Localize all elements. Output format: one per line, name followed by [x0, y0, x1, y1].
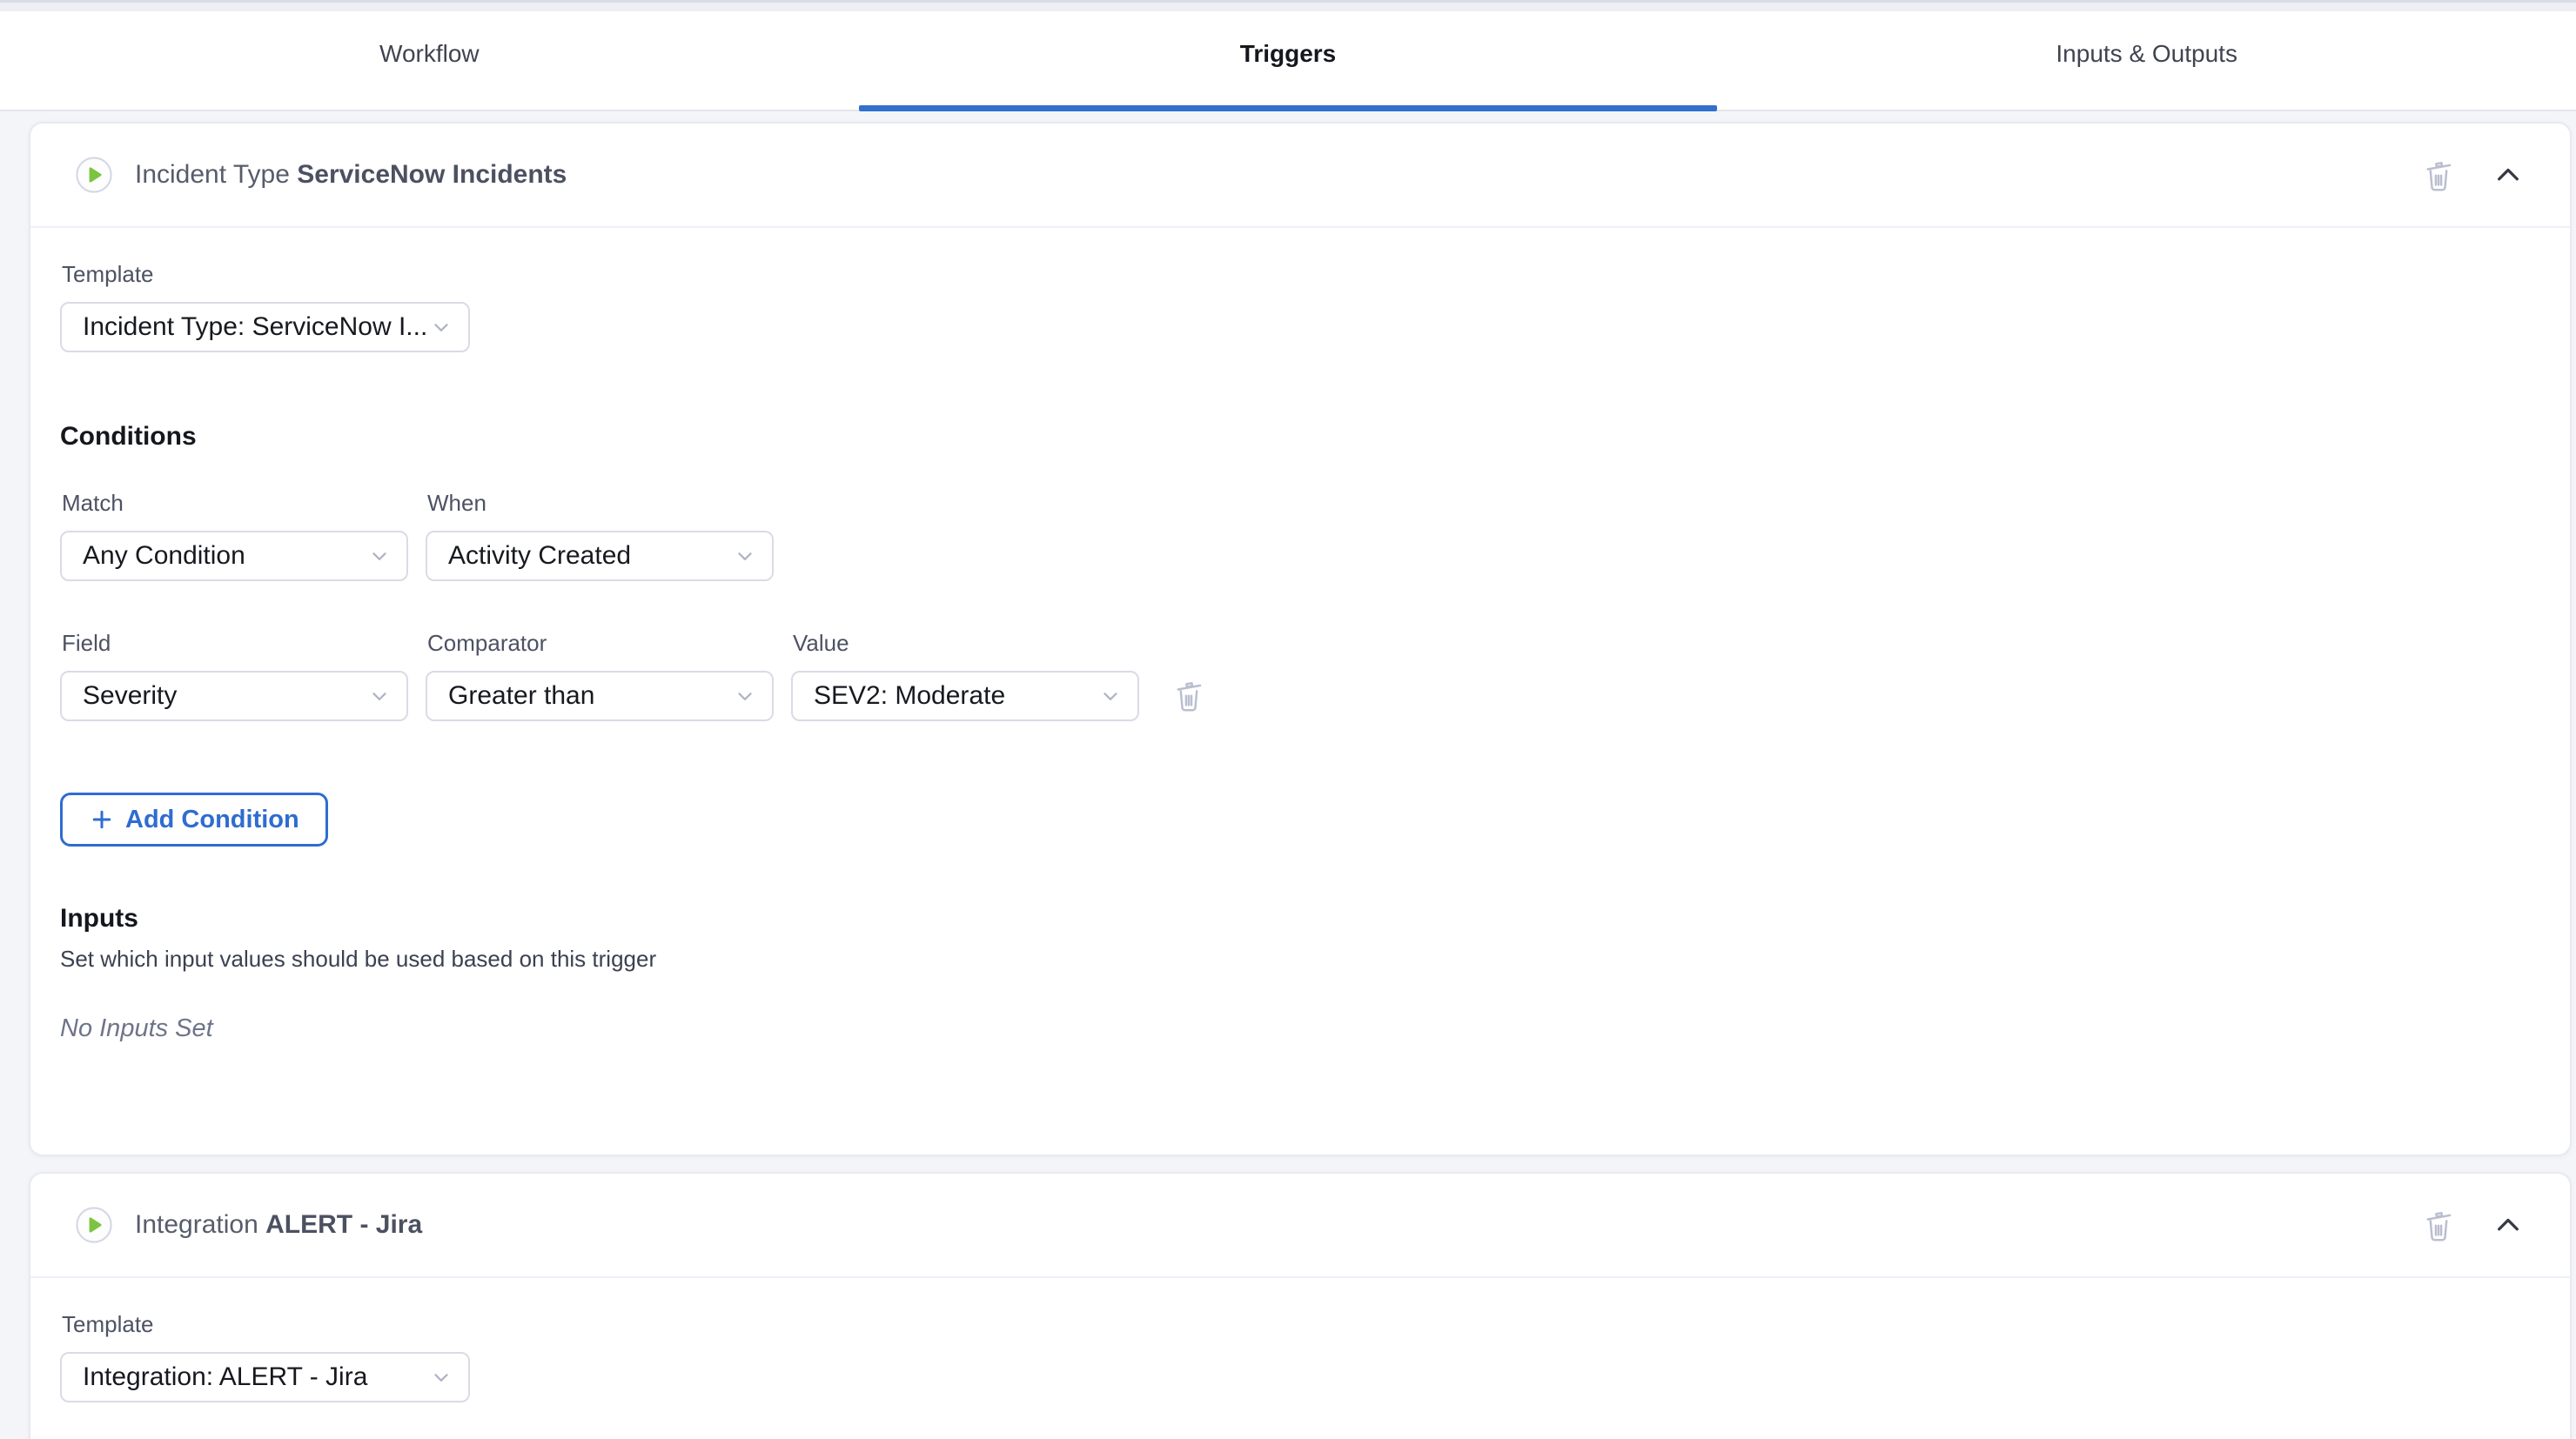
chevron-down-icon: [368, 545, 391, 567]
chevron-down-icon: [430, 1366, 453, 1389]
condition-comparator: Comparator Greater than: [426, 630, 774, 721]
value-select-value: SEV2: Moderate: [814, 681, 1005, 711]
tab-workflow[interactable]: Workflow: [0, 11, 859, 110]
trash-icon: [2418, 155, 2459, 195]
condition-value: Value SEV2: Moderate: [791, 630, 1139, 721]
trash-icon: [1169, 675, 1209, 715]
trigger-enabled-play-icon: [76, 157, 112, 193]
tab-inputs-outputs-label: Inputs & Outputs: [2056, 40, 2237, 68]
when-select[interactable]: Activity Created: [426, 531, 774, 581]
template-label: Template: [62, 261, 2535, 288]
trigger-card-incident-type: Incident Type ServiceNow Incidents: [29, 122, 2572, 1156]
active-tab-underline: [859, 105, 1718, 111]
chevron-up-icon: [2492, 158, 2525, 191]
when-select-value: Activity Created: [448, 541, 631, 571]
chevron-down-icon: [1099, 685, 1122, 707]
chevron-up-icon: [2492, 1208, 2525, 1242]
template-select-value: Incident Type: ServiceNow I...: [83, 312, 427, 342]
trigger-name: ServiceNow Incidents: [297, 160, 567, 189]
comparator-select[interactable]: Greater than: [426, 671, 774, 721]
chevron-down-icon: [368, 685, 391, 707]
match-select-value: Any Condition: [83, 541, 245, 571]
trigger-card-header: Incident Type ServiceNow Incidents: [30, 124, 2570, 226]
field-label: Field: [62, 630, 408, 657]
chevron-down-icon: [430, 316, 453, 338]
when-field: When Activity Created: [426, 490, 774, 581]
comparator-select-value: Greater than: [448, 681, 594, 711]
trigger-card-body: Template Incident Type: ServiceNow I... …: [30, 228, 2570, 1155]
tab-workflow-label: Workflow: [379, 40, 480, 68]
field-select[interactable]: Severity: [60, 671, 408, 721]
chevron-down-icon: [734, 685, 756, 707]
template-label: Template: [62, 1311, 2535, 1338]
condition-row: Field Severity Comparator Greater than: [60, 630, 2535, 721]
tab-triggers[interactable]: Triggers: [859, 11, 1718, 110]
inputs-empty-text: No Inputs Set: [60, 1014, 2535, 1043]
value-label: Value: [793, 630, 1139, 657]
comparator-label: Comparator: [427, 630, 774, 657]
match-field: Match Any Condition: [60, 490, 408, 581]
trigger-enabled-play-icon: [76, 1207, 112, 1243]
plus-icon: [89, 807, 115, 833]
tab-bar: Workflow Triggers Inputs & Outputs: [0, 11, 2576, 111]
tab-triggers-label: Triggers: [1240, 40, 1336, 68]
value-select[interactable]: SEV2: Moderate: [791, 671, 1139, 721]
condition-field: Field Severity: [60, 630, 408, 721]
conditions-heading: Conditions: [60, 422, 2535, 452]
trigger-name: ALERT - Jira: [265, 1210, 422, 1239]
inputs-description: Set which input values should be used ba…: [60, 946, 2535, 973]
inputs-heading: Inputs: [60, 904, 2535, 934]
trash-icon: [2418, 1205, 2459, 1245]
tab-inputs-outputs[interactable]: Inputs & Outputs: [1717, 11, 2576, 110]
when-label: When: [427, 490, 774, 517]
delete-trigger-button[interactable]: [2418, 1205, 2459, 1245]
header-actions: [2418, 155, 2525, 195]
collapse-trigger-button[interactable]: [2492, 1208, 2525, 1242]
trigger-card-title: Integration ALERT - Jira: [135, 1210, 422, 1240]
template-select-value: Integration: ALERT - Jira: [83, 1362, 367, 1392]
template-select[interactable]: Integration: ALERT - Jira: [60, 1352, 470, 1402]
template-select[interactable]: Incident Type: ServiceNow I...: [60, 302, 470, 352]
delete-trigger-button[interactable]: [2418, 155, 2459, 195]
header-actions: [2418, 1205, 2525, 1245]
top-divider-strip: [0, 0, 2576, 11]
trigger-card-integration: Integration ALERT - Jira: [29, 1172, 2572, 1439]
delete-condition-button[interactable]: [1169, 675, 1209, 715]
match-label: Match: [62, 490, 408, 517]
collapse-trigger-button[interactable]: [2492, 158, 2525, 191]
trigger-type-label: Integration: [135, 1210, 258, 1239]
triggers-list: Incident Type ServiceNow Incidents: [0, 111, 2576, 1439]
trigger-card-body: Template Integration: ALERT - Jira: [30, 1278, 2570, 1402]
conditions-match-row: Match Any Condition When Activity Create…: [60, 490, 2535, 581]
chevron-down-icon: [734, 545, 756, 567]
match-select[interactable]: Any Condition: [60, 531, 408, 581]
trigger-card-header: Integration ALERT - Jira: [30, 1174, 2570, 1276]
trigger-card-title: Incident Type ServiceNow Incidents: [135, 160, 567, 190]
add-condition-button[interactable]: Add Condition: [60, 793, 328, 847]
add-condition-label: Add Condition: [125, 806, 299, 834]
trigger-type-label: Incident Type: [135, 160, 290, 189]
triggers-page: Workflow Triggers Inputs & Outputs: [0, 0, 2576, 1439]
field-select-value: Severity: [83, 681, 177, 711]
